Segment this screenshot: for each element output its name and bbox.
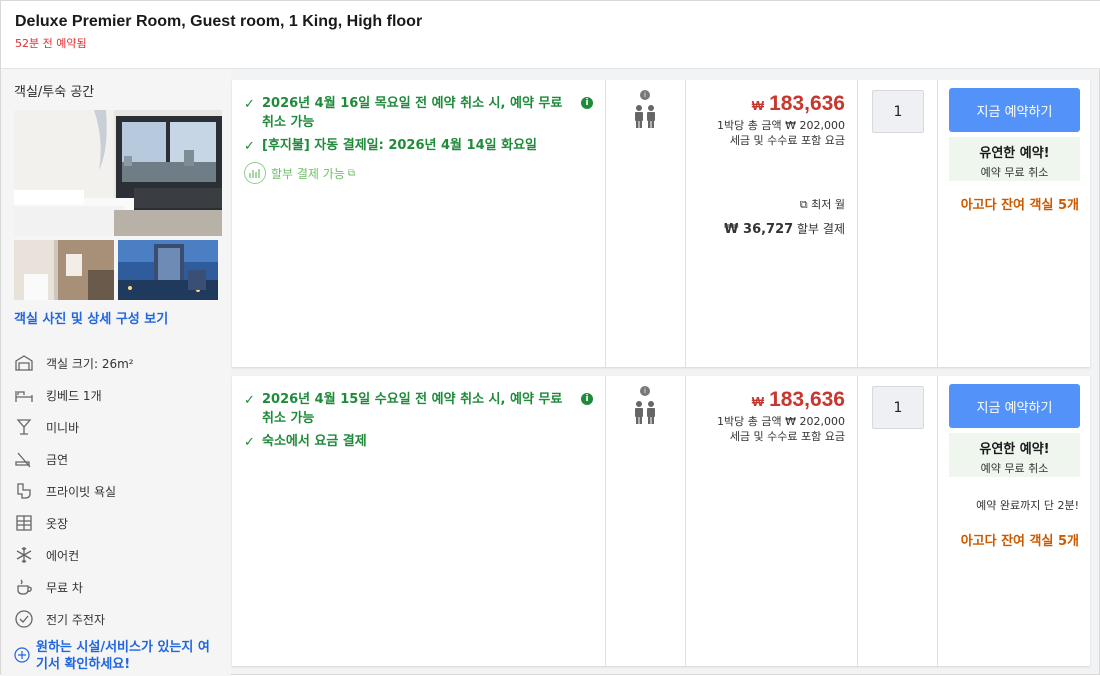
tax-note: 세금 및 수수료 포함 요금 bbox=[729, 430, 845, 443]
amenity-label: 킹베드 1개 bbox=[46, 388, 102, 403]
quantity-column: 1 bbox=[857, 376, 937, 666]
occupancy: i bbox=[605, 80, 685, 367]
check-icon: ✓ bbox=[244, 435, 255, 450]
condition-pay-at-property: ✓ 숙소에서 요금 결제 bbox=[244, 434, 367, 450]
book-now-button[interactable]: 지금 예약하기 bbox=[949, 384, 1080, 428]
booking-time-note: 예약 완료까지 단 2분! bbox=[976, 499, 1079, 512]
price-total-note: 1박당 총 금액 ₩ 202,000 bbox=[717, 119, 845, 132]
amenity-bed: 킹베드 1개 bbox=[14, 379, 218, 411]
offer-conditions: ✓ 2026년 4월 15일 수요일 전 예약 취소 시, 예약 무료 취소 가… bbox=[232, 376, 605, 666]
room-header: Deluxe Premier Room, Guest room, 1 King,… bbox=[1, 1, 1100, 69]
lowest-monthly: ⧉ 최저 월 bbox=[799, 198, 845, 211]
room-quantity-select[interactable]: 1 bbox=[872, 90, 924, 133]
amenity-list: 객실 크기: 26m² 킹베드 1개 미니바 금연 프라이빗 욕실 옷장 에어컨… bbox=[14, 347, 218, 635]
bed-icon bbox=[15, 391, 33, 402]
check-icon: ✓ bbox=[244, 97, 255, 112]
installment-available[interactable]: 할부 결제 가능 ⧉ bbox=[244, 162, 593, 184]
amenity-label: 객실 크기: 26m² bbox=[46, 356, 134, 371]
amenity-minibar: 미니바 bbox=[14, 411, 218, 443]
price-column: ₩183,636 1박당 총 금액 ₩ 202,000 세금 및 수수료 포함 … bbox=[685, 376, 857, 666]
amenity-label: 전기 주전자 bbox=[46, 612, 106, 627]
room-panel: Deluxe Premier Room, Guest room, 1 King,… bbox=[0, 0, 1100, 676]
installment-icon bbox=[244, 162, 266, 184]
amenity-room-size: 객실 크기: 26m² bbox=[14, 347, 218, 379]
view-room-photos-link[interactable]: 객실 사진 및 상세 구성 보기 bbox=[14, 308, 218, 327]
amenity-label: 무료 차 bbox=[46, 580, 83, 595]
condition-free-cancel: ✓ 2026년 4월 15일 수요일 전 예약 취소 시, 예약 무료 취소 가… bbox=[244, 390, 593, 428]
two-guests-icon bbox=[635, 105, 655, 128]
amenity-air-conditioning: 에어컨 bbox=[14, 539, 218, 571]
external-link-icon: ⧉ bbox=[347, 167, 356, 179]
occupancy-info-icon[interactable]: i bbox=[640, 386, 650, 396]
check-icon: ✓ bbox=[244, 139, 255, 154]
offer-conditions: ✓ 2026년 4월 16일 목요일 전 예약 취소 시, 예약 무료 취소 가… bbox=[232, 80, 605, 367]
building-photo[interactable] bbox=[118, 240, 218, 300]
check-circle-icon bbox=[15, 610, 33, 628]
tax-note: 세금 및 수수료 포함 요금 bbox=[729, 134, 845, 147]
flexible-booking-badge: 유연한 예약! 예약 무료 취소 bbox=[949, 137, 1080, 181]
rooms-left-note: 아고다 잔여 객실 5개 bbox=[960, 198, 1079, 213]
room-quantity-select[interactable]: 1 bbox=[872, 386, 924, 429]
copy-icon: ⧉ bbox=[799, 198, 808, 211]
check-icon: ✓ bbox=[244, 393, 255, 408]
air-conditioning-icon bbox=[16, 547, 32, 563]
info-icon[interactable]: i bbox=[581, 97, 593, 109]
info-icon[interactable]: i bbox=[581, 393, 593, 405]
condition-free-cancel: ✓ 2026년 4월 16일 목요일 전 예약 취소 시, 예약 무료 취소 가… bbox=[244, 94, 593, 132]
rooms-left-note: 아고다 잔여 객실 5개 bbox=[960, 534, 1079, 549]
amenity-label: 금연 bbox=[46, 452, 69, 467]
rate-offer-2: ✓ 2026년 4월 15일 수요일 전 예약 취소 시, 예약 무료 취소 가… bbox=[232, 376, 1090, 666]
amenity-label: 옷장 bbox=[46, 516, 69, 531]
price-total-note: 1박당 총 금액 ₩ 202,000 bbox=[717, 415, 845, 428]
bathroom-icon bbox=[17, 483, 31, 499]
room-photo-main[interactable] bbox=[14, 110, 222, 236]
amenity-free-tea: 무료 차 bbox=[14, 571, 218, 603]
amenity-kettle: 전기 주전자 bbox=[14, 603, 218, 635]
nightly-price: ₩183,636 bbox=[751, 92, 845, 115]
price-column: ₩183,636 1박당 총 금액 ₩ 202,000 세금 및 수수료 포함 … bbox=[685, 80, 857, 367]
booking-column: 지금 예약하기 유연한 예약! 예약 무료 취소 아고다 잔여 객실 5개 bbox=[937, 80, 1090, 367]
amenity-label: 프라이빗 욕실 bbox=[46, 484, 117, 499]
amenity-closet: 옷장 bbox=[14, 507, 218, 539]
check-amenities-label: 원하는 시설/서비스가 있는지 여기서 확인하세요! bbox=[36, 640, 210, 672]
room-details-column: 객실/투숙 공간 객실 사진 및 상세 구성 보기 객실 크기: 26m² 킹베… bbox=[1, 69, 231, 676]
amenity-no-smoking: 금연 bbox=[14, 443, 218, 475]
booked-ago-note: 52분 전 예약됨 bbox=[15, 37, 87, 50]
condition-pay-later: ✓ [후지불] 자동 결제일: 2026년 4월 14일 화요일 bbox=[244, 138, 537, 154]
closet-icon bbox=[16, 515, 32, 531]
amenity-label: 에어컨 bbox=[46, 548, 80, 563]
occupancy: i bbox=[605, 376, 685, 666]
installment-price: ₩ 36,727 할부 결제 bbox=[724, 222, 845, 237]
tea-icon bbox=[17, 579, 32, 595]
amenity-label: 미니바 bbox=[46, 420, 80, 435]
bathroom-photo[interactable] bbox=[14, 240, 114, 300]
amenity-bathroom: 프라이빗 욕실 bbox=[14, 475, 218, 507]
quantity-column: 1 bbox=[857, 80, 937, 367]
book-now-button[interactable]: 지금 예약하기 bbox=[949, 88, 1080, 132]
minibar-icon bbox=[16, 419, 32, 435]
booking-column: 지금 예약하기 유연한 예약! 예약 무료 취소 예약 완료까지 단 2분! 아… bbox=[937, 376, 1090, 666]
nightly-price: ₩183,636 bbox=[751, 388, 845, 411]
room-size-icon bbox=[15, 355, 33, 371]
flexible-booking-badge: 유연한 예약! 예약 무료 취소 bbox=[949, 433, 1080, 477]
check-amenities-link[interactable]: 원하는 시설/서비스가 있는지 여기서 확인하세요! bbox=[14, 639, 218, 673]
rate-offer-1: ✓ 2026년 4월 16일 목요일 전 예약 취소 시, 예약 무료 취소 가… bbox=[232, 80, 1090, 367]
occupancy-info-icon[interactable]: i bbox=[640, 90, 650, 100]
no-smoking-icon bbox=[15, 452, 31, 468]
room-title: Deluxe Premier Room, Guest room, 1 King,… bbox=[15, 13, 423, 30]
section-label: 객실/투숙 공간 bbox=[14, 85, 95, 100]
plus-circle-icon bbox=[14, 647, 30, 663]
two-guests-icon bbox=[635, 401, 655, 424]
